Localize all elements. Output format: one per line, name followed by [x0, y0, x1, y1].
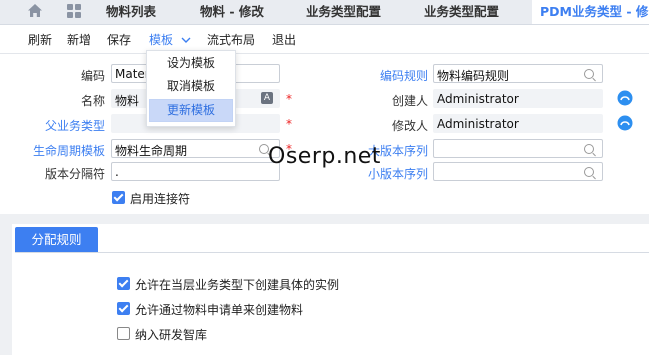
tab-business-type-config-2[interactable]: 业务类型配置: [424, 0, 499, 24]
search-icon[interactable]: [584, 167, 594, 177]
version-separator-label: 版本分隔符: [44, 167, 105, 181]
grid-apps-icon[interactable]: [66, 3, 82, 19]
toolbar: 刷新 新增 保存 模板 流式布局 退出: [0, 25, 649, 54]
tab-bar: 物料列表 物料 - 修改 业务类型配置 业务类型配置 PDM业务类型 - 修: [0, 0, 649, 25]
menu-item-set-template[interactable]: 设为模板: [147, 53, 235, 74]
allow-material-request-label: 允许通过物料申请单来创建物料: [135, 303, 304, 317]
creator-value: Administrator: [437, 92, 519, 106]
language-icon[interactable]: A: [261, 92, 273, 104]
user-info-icon[interactable]: [617, 90, 633, 106]
modifier-label: 修改人: [391, 119, 428, 133]
tab-pdm-business-type-edit[interactable]: PDM业务类型 - 修: [532, 0, 649, 24]
section-tab-underline: [15, 252, 649, 253]
allow-instance-checkbox[interactable]: [117, 277, 130, 290]
lifecycle-label[interactable]: 生命周期模板: [20, 142, 105, 159]
refresh-button[interactable]: 刷新: [28, 31, 52, 48]
user-info-icon[interactable]: [617, 115, 633, 131]
name-value: 物料: [115, 94, 140, 108]
version-separator-value: .: [115, 165, 119, 179]
section-divider: [0, 214, 649, 224]
name-label: 名称: [80, 94, 105, 108]
version-separator-input[interactable]: .: [111, 162, 280, 181]
required-mark: *: [286, 92, 292, 106]
tab-assignment-rules[interactable]: 分配规则: [15, 227, 98, 252]
lifecycle-input[interactable]: 物料生命周期: [111, 139, 280, 158]
minor-version-seq-input[interactable]: [433, 162, 603, 181]
tab-material-list[interactable]: 物料列表: [106, 0, 156, 24]
tab-material-edit[interactable]: 物料 - 修改: [200, 0, 264, 24]
add-button[interactable]: 新增: [67, 31, 91, 48]
rd-repository-checkbox[interactable]: [117, 327, 130, 340]
menu-item-update-template[interactable]: 更新模板: [149, 99, 233, 122]
modifier-value: Administrator: [437, 117, 519, 131]
parent-type-label[interactable]: 父业务类型: [20, 117, 105, 134]
flow-layout-button[interactable]: 流式布局: [207, 31, 255, 48]
allow-instance-label: 允许在当层业务类型下创建具体的实例: [135, 278, 340, 292]
search-icon[interactable]: [584, 144, 594, 154]
code-label: 编码: [80, 69, 105, 83]
search-icon[interactable]: [584, 69, 594, 79]
creator-input: Administrator: [433, 89, 603, 108]
tab-business-type-config-1[interactable]: 业务类型配置: [306, 0, 381, 24]
code-rule-value: 物料编码规则: [437, 69, 510, 83]
code-rule-input[interactable]: 物料编码规则: [433, 64, 603, 83]
save-button[interactable]: 保存: [107, 31, 131, 48]
template-menu-button[interactable]: 模板: [149, 31, 191, 48]
rd-repository-label: 纳入研发智库: [135, 328, 208, 342]
watermark-text: Oserp.net: [268, 144, 381, 169]
section-gutter: [0, 224, 12, 355]
home-icon[interactable]: [27, 3, 43, 19]
creator-label: 创建人: [391, 94, 428, 108]
lifecycle-value: 物料生命周期: [115, 144, 188, 158]
chevron-down-icon: [181, 37, 191, 43]
required-mark: *: [286, 117, 292, 131]
template-dropdown-menu: 设为模板 取消模板 更新模板: [146, 50, 236, 127]
allow-material-request-checkbox[interactable]: [117, 302, 130, 315]
modifier-input: Administrator: [433, 114, 603, 133]
major-version-seq-input[interactable]: [433, 139, 603, 158]
code-value: Mater: [115, 67, 150, 81]
template-label: 模板: [149, 33, 174, 47]
exit-button[interactable]: 退出: [272, 31, 296, 48]
code-rule-label[interactable]: 编码规则: [360, 67, 428, 84]
enable-connector-label: 启用连接符: [130, 192, 191, 206]
enable-connector-checkbox[interactable]: [112, 191, 125, 204]
menu-item-cancel-template[interactable]: 取消模板: [147, 76, 235, 97]
